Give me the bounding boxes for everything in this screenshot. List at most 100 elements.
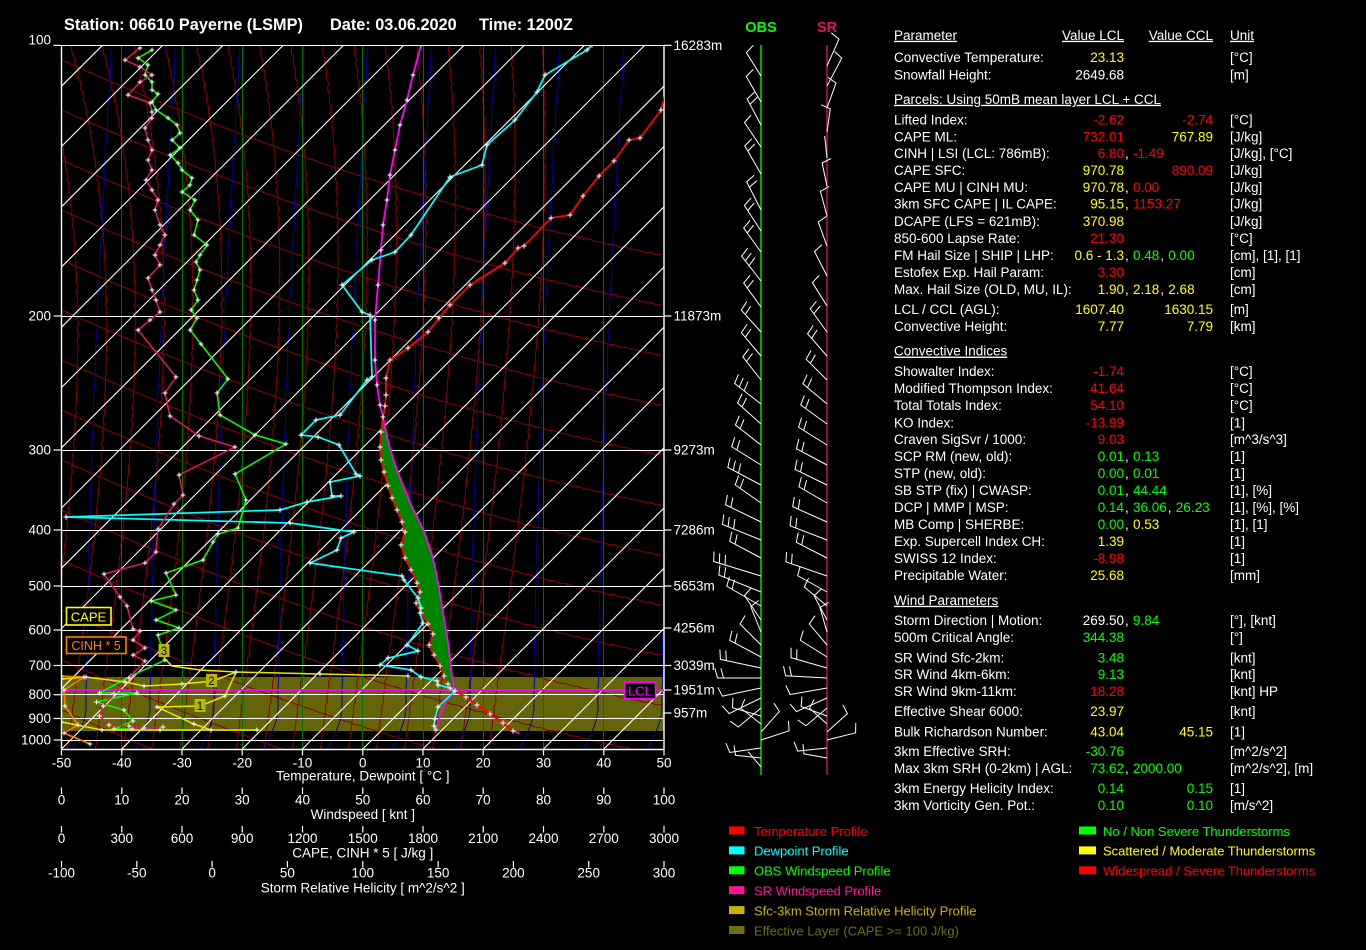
svg-text:[knt]: [knt] — [1230, 704, 1256, 719]
svg-text:Value CCL: Value CCL — [1149, 28, 1214, 43]
svg-text:767.89: 767.89 — [1172, 129, 1213, 144]
svg-text:Parameter: Parameter — [894, 28, 958, 43]
svg-text:0: 0 — [208, 866, 216, 881]
svg-text:732.01: 732.01 — [1083, 129, 1124, 144]
svg-text:20: 20 — [174, 793, 189, 808]
svg-text:3km SFC CAPE | IL CAPE:: 3km SFC CAPE | IL CAPE: — [894, 197, 1057, 212]
svg-text:-1.74: -1.74 — [1093, 364, 1124, 379]
svg-text:[m^2/s^2], [m]: [m^2/s^2], [m] — [1230, 761, 1313, 776]
svg-text:[°C]: [°C] — [1230, 231, 1253, 246]
svg-text:[°C]: [°C] — [1230, 113, 1253, 128]
svg-text:600: 600 — [28, 623, 51, 638]
svg-text:SR: SR — [817, 20, 838, 36]
svg-text:23.13: 23.13 — [1090, 50, 1124, 65]
svg-text:1000: 1000 — [21, 733, 51, 748]
svg-text:-13.99: -13.99 — [1086, 415, 1124, 430]
svg-text:0: 0 — [58, 831, 66, 846]
svg-text:Dewpoint Profile: Dewpoint Profile — [754, 844, 849, 859]
svg-text:CAPE ML:: CAPE ML: — [894, 129, 957, 144]
svg-text:3km Vorticity Gen. Pot.:: 3km Vorticity Gen. Pot.: — [894, 798, 1035, 813]
svg-text:Date: 03.06.2020: Date: 03.06.2020 — [330, 16, 457, 34]
svg-text:60: 60 — [415, 793, 430, 808]
svg-text:0.00: 0.00 — [1168, 248, 1194, 263]
svg-text:850-600 Lapse Rate:: 850-600 Lapse Rate: — [894, 231, 1020, 246]
svg-text:-30: -30 — [172, 756, 192, 771]
svg-text:[1]: [1] — [1230, 725, 1245, 740]
svg-text:2400: 2400 — [528, 831, 558, 846]
svg-text:Wind Parameters: Wind Parameters — [894, 593, 999, 608]
svg-text:0.53: 0.53 — [1133, 517, 1159, 532]
svg-text:0.01: 0.01 — [1133, 466, 1159, 481]
svg-text:90: 90 — [596, 793, 611, 808]
svg-text:0.01: 0.01 — [1098, 449, 1124, 464]
svg-text:7286m: 7286m — [674, 523, 715, 538]
svg-text:Windspeed [ knt ]: Windspeed [ knt ] — [311, 807, 415, 822]
svg-text:DCP | MMP | MSP:: DCP | MMP | MSP: — [894, 500, 1009, 515]
svg-text:[knt]: [knt] — [1230, 667, 1256, 682]
svg-text:[°C]: [°C] — [1230, 364, 1253, 379]
svg-text:Bulk Richardson Number:: Bulk Richardson Number: — [894, 725, 1048, 740]
svg-text:[1]: [1] — [1230, 466, 1245, 481]
svg-text:Total Totals Index:: Total Totals Index: — [894, 398, 1002, 413]
svg-text:CAPE: CAPE — [71, 609, 107, 624]
svg-text:4256m: 4256m — [674, 621, 715, 636]
svg-text:36.06: 36.06 — [1133, 500, 1167, 515]
svg-text:[1], [1]: [1], [1] — [1230, 517, 1268, 532]
svg-text:-1.49: -1.49 — [1133, 146, 1164, 161]
svg-text:[cm], [1], [1]: [cm], [1], [1] — [1230, 248, 1301, 263]
svg-text:9273m: 9273m — [674, 443, 715, 458]
svg-text:Max. Hail Size (OLD, MU, IL):: Max. Hail Size (OLD, MU, IL): — [894, 282, 1072, 297]
svg-text:[J/kg]: [J/kg] — [1230, 197, 1262, 212]
svg-text:OBS: OBS — [745, 20, 777, 36]
svg-text:0.01: 0.01 — [1098, 483, 1124, 498]
svg-text:5653m: 5653m — [674, 579, 715, 594]
svg-text:[m/s^2]: [m/s^2] — [1230, 798, 1273, 813]
svg-text:200: 200 — [28, 309, 51, 324]
svg-text:[1]: [1] — [1230, 551, 1245, 566]
svg-text:1607.40: 1607.40 — [1075, 302, 1124, 317]
svg-text:[mm]: [mm] — [1230, 568, 1260, 583]
svg-text:7.77: 7.77 — [1098, 319, 1124, 334]
svg-text:9.03: 9.03 — [1098, 432, 1124, 447]
svg-text:25.68: 25.68 — [1090, 568, 1124, 583]
svg-text:0.00: 0.00 — [1098, 517, 1124, 532]
svg-text:Value LCL: Value LCL — [1062, 28, 1125, 43]
svg-text:3.30: 3.30 — [1098, 265, 1124, 280]
svg-text:1153.27: 1153.27 — [1133, 197, 1181, 212]
svg-text:970.78: 970.78 — [1083, 180, 1124, 195]
svg-text:SWISS 12 Index:: SWISS 12 Index: — [894, 551, 997, 566]
svg-text:Storm Relative Helicity [ m^2: Storm Relative Helicity [ m^2/s^2 ] — [261, 881, 465, 896]
svg-text:3000: 3000 — [649, 831, 679, 846]
svg-text:Max 3km SRH (0-2km) | AGL:: Max 3km SRH (0-2km) | AGL: — [894, 761, 1072, 776]
svg-text:[cm]: [cm] — [1230, 265, 1256, 280]
svg-text:1.39: 1.39 — [1098, 534, 1124, 549]
svg-text:OBS Windspeed Profile: OBS Windspeed Profile — [754, 864, 891, 879]
svg-text:80: 80 — [536, 793, 551, 808]
svg-text:2700: 2700 — [589, 831, 619, 846]
svg-text:18.28: 18.28 — [1090, 684, 1124, 699]
svg-text:1200: 1200 — [287, 831, 317, 846]
svg-text:-8.98: -8.98 — [1093, 551, 1124, 566]
svg-text:0.48: 0.48 — [1133, 248, 1159, 263]
svg-text:50: 50 — [280, 866, 295, 881]
svg-text:100: 100 — [28, 33, 51, 48]
svg-text:,: , — [1125, 517, 1129, 532]
svg-text:50: 50 — [656, 756, 671, 771]
svg-text:9.84: 9.84 — [1133, 613, 1160, 628]
svg-text:40: 40 — [295, 793, 310, 808]
svg-text:LCL: LCL — [628, 683, 652, 698]
svg-text:Temperature, Dewpoint [ °C ]: Temperature, Dewpoint [ °C ] — [276, 769, 449, 784]
svg-text:-40: -40 — [112, 756, 132, 771]
svg-text:[J/kg], [°C]: [J/kg], [°C] — [1230, 146, 1292, 161]
svg-text:,: , — [1125, 500, 1129, 515]
svg-text:Craven SigSvr / 1000:: Craven SigSvr / 1000: — [894, 432, 1026, 447]
svg-text:100: 100 — [653, 793, 676, 808]
svg-text:800: 800 — [28, 687, 51, 702]
svg-text:[J/kg]: [J/kg] — [1230, 163, 1262, 178]
svg-text:[m^2/s^2]: [m^2/s^2] — [1230, 744, 1287, 759]
svg-text:[cm]: [cm] — [1230, 282, 1256, 297]
svg-text:1500: 1500 — [348, 831, 378, 846]
svg-text:370.98: 370.98 — [1083, 214, 1124, 229]
svg-text:STP (new, old):: STP (new, old): — [894, 466, 986, 481]
svg-text:45.15: 45.15 — [1179, 725, 1213, 740]
